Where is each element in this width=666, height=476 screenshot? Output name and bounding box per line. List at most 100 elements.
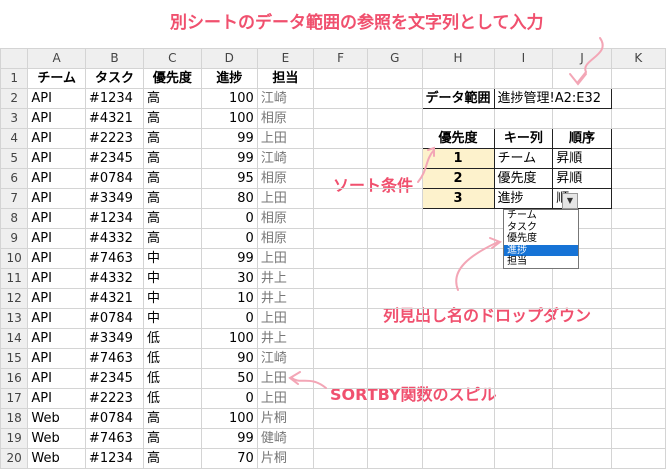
- cell-task[interactable]: #3349: [84, 328, 145, 349]
- cell-progress[interactable]: 100: [200, 408, 258, 429]
- cell[interactable]: [493, 368, 554, 389]
- cell[interactable]: [367, 228, 423, 249]
- sort-header-key[interactable]: キー列: [493, 128, 554, 149]
- cell-progress[interactable]: 99: [200, 248, 258, 269]
- cell[interactable]: [552, 388, 612, 409]
- row-header[interactable]: 14: [0, 328, 29, 349]
- cell[interactable]: [493, 348, 554, 369]
- sort-order-2[interactable]: 昇順: [552, 168, 612, 189]
- dropdown-option[interactable]: チーム: [504, 210, 578, 222]
- cell[interactable]: [610, 348, 666, 369]
- cell[interactable]: [367, 388, 423, 409]
- cell[interactable]: [421, 208, 495, 229]
- cell-header-progress[interactable]: 進捗: [200, 68, 258, 89]
- cell-team[interactable]: Web: [27, 408, 86, 429]
- sort-rank-1[interactable]: 1: [421, 148, 495, 169]
- cell-owner[interactable]: 江崎: [256, 348, 315, 369]
- cell[interactable]: [493, 448, 554, 469]
- cell[interactable]: [313, 128, 369, 149]
- cell[interactable]: [552, 348, 612, 369]
- cell-priority[interactable]: 高: [143, 408, 202, 429]
- cell[interactable]: [367, 208, 423, 229]
- cell[interactable]: [493, 308, 554, 329]
- cell[interactable]: [610, 408, 666, 429]
- cell-task[interactable]: #4332: [84, 228, 145, 249]
- cell-team[interactable]: API: [27, 148, 86, 169]
- column-header-c[interactable]: C: [143, 48, 202, 69]
- dropdown-option[interactable]: タスク: [504, 222, 578, 234]
- cell-progress[interactable]: 80: [200, 188, 258, 209]
- cell[interactable]: [610, 228, 666, 249]
- cell-progress[interactable]: 99: [200, 428, 258, 449]
- cell[interactable]: [421, 68, 495, 89]
- cell-task[interactable]: #7463: [84, 348, 145, 369]
- cell[interactable]: [610, 108, 666, 129]
- row-header[interactable]: 16: [0, 368, 29, 389]
- cell[interactable]: [313, 268, 369, 289]
- cell[interactable]: [552, 308, 612, 329]
- cell[interactable]: [313, 388, 369, 409]
- cell-owner[interactable]: 片桐: [256, 408, 315, 429]
- cell-priority[interactable]: 低: [143, 388, 202, 409]
- cell-team[interactable]: API: [27, 288, 86, 309]
- cell-priority[interactable]: 高: [143, 108, 202, 129]
- cell-team[interactable]: API: [27, 328, 86, 349]
- column-header-b[interactable]: B: [84, 48, 145, 69]
- cell-priority[interactable]: 高: [143, 88, 202, 109]
- cell[interactable]: [610, 208, 666, 229]
- cell-progress[interactable]: 0: [200, 308, 258, 329]
- cell-task[interactable]: #4321: [84, 288, 145, 309]
- row-header[interactable]: 11: [0, 268, 29, 289]
- cell-owner[interactable]: 井上: [256, 268, 315, 289]
- column-header-k[interactable]: K: [610, 48, 666, 69]
- cell[interactable]: [552, 368, 612, 389]
- cell-progress[interactable]: 70: [200, 448, 258, 469]
- cell[interactable]: [313, 208, 369, 229]
- cell-task[interactable]: #4332: [84, 268, 145, 289]
- cell[interactable]: [313, 448, 369, 469]
- cell-priority[interactable]: 高: [143, 448, 202, 469]
- cell[interactable]: [493, 288, 554, 309]
- cell[interactable]: [493, 268, 554, 289]
- column-header-d[interactable]: D: [200, 48, 258, 69]
- cell[interactable]: [493, 428, 554, 449]
- cell-team[interactable]: API: [27, 248, 86, 269]
- cell[interactable]: [610, 188, 666, 209]
- cell-owner[interactable]: 上田: [256, 248, 315, 269]
- row-header[interactable]: 12: [0, 288, 29, 309]
- column-header-h[interactable]: H: [421, 48, 495, 69]
- cell[interactable]: [367, 368, 423, 389]
- cell[interactable]: [421, 108, 495, 129]
- sort-key-1[interactable]: チーム: [493, 148, 554, 169]
- cell-owner[interactable]: 相原: [256, 168, 315, 189]
- cell-owner[interactable]: 井上: [256, 288, 315, 309]
- cell[interactable]: [313, 108, 369, 129]
- cell[interactable]: [313, 348, 369, 369]
- key-column-dropdown-list[interactable]: チーム タスク 優先度 進捗 担当: [503, 209, 579, 269]
- cell-team[interactable]: API: [27, 128, 86, 149]
- column-header-j[interactable]: J: [552, 48, 612, 69]
- row-header[interactable]: 18: [0, 408, 29, 429]
- cell-team[interactable]: API: [27, 368, 86, 389]
- cell[interactable]: [610, 248, 666, 269]
- cell-owner[interactable]: 上田: [256, 368, 315, 389]
- column-header-g[interactable]: G: [367, 48, 423, 69]
- sort-rank-3[interactable]: 3: [421, 188, 495, 209]
- cell-priority[interactable]: 中: [143, 288, 202, 309]
- cell-task[interactable]: #3349: [84, 188, 145, 209]
- cell[interactable]: [421, 328, 495, 349]
- cell[interactable]: [313, 88, 369, 109]
- cell-team[interactable]: Web: [27, 428, 86, 449]
- cell-progress[interactable]: 50: [200, 368, 258, 389]
- cell-progress[interactable]: 90: [200, 348, 258, 369]
- cell[interactable]: [421, 448, 495, 469]
- cell[interactable]: [610, 288, 666, 309]
- cell[interactable]: [610, 368, 666, 389]
- row-header[interactable]: 8: [0, 208, 29, 229]
- cell-task[interactable]: #2345: [84, 148, 145, 169]
- cell[interactable]: [610, 428, 666, 449]
- cell-team[interactable]: Web: [27, 448, 86, 469]
- cell-header-team[interactable]: チーム: [27, 68, 86, 89]
- cell-priority[interactable]: 低: [143, 328, 202, 349]
- cell-priority[interactable]: 高: [143, 428, 202, 449]
